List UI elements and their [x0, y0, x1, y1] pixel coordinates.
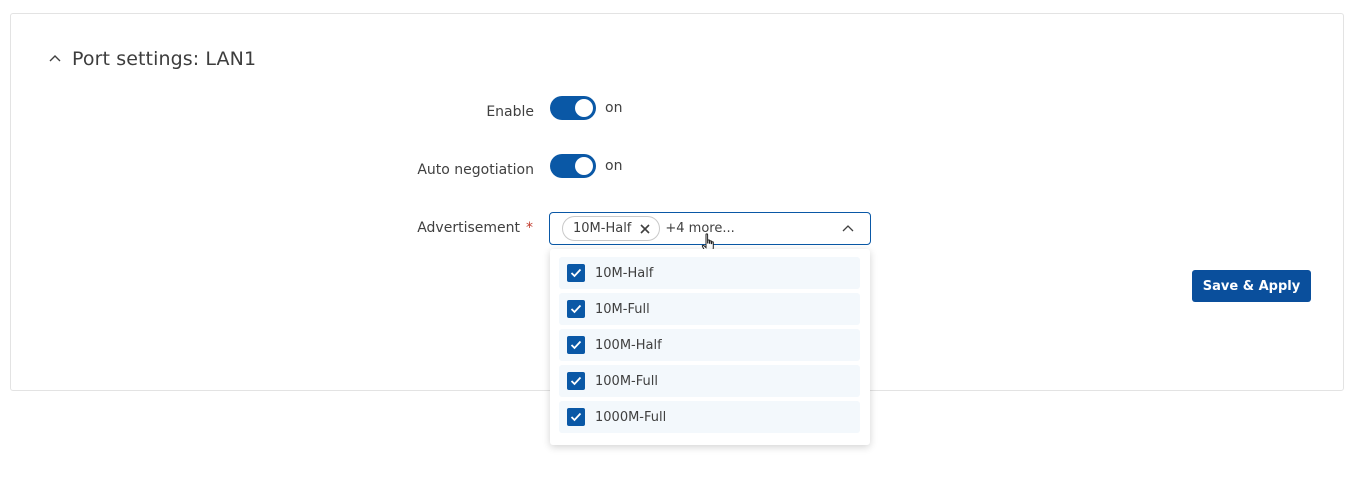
advertisement-label: Advertisement * [417, 220, 533, 236]
required-mark: * [526, 220, 533, 236]
close-icon[interactable] [639, 223, 651, 235]
checkbox-checked-icon[interactable] [567, 372, 585, 390]
option-label: 10M-Half [595, 265, 654, 281]
checkbox-checked-icon[interactable] [567, 264, 585, 282]
option-label: 1000M-Full [595, 409, 667, 425]
checkbox-checked-icon[interactable] [567, 336, 585, 354]
enable-label: Enable [486, 104, 534, 120]
enable-state-text: on [605, 100, 623, 116]
dropdown-option[interactable]: 100M-Full [559, 365, 860, 397]
advertisement-dropdown: 10M-Half 10M-Full 100M-Half 100M-Full 1000M-… [550, 249, 870, 445]
chevron-up-icon[interactable] [842, 224, 854, 234]
section-title: Port settings: LAN1 [72, 48, 257, 70]
option-label: 100M-Half [595, 337, 662, 353]
advertisement-label-text: Advertisement [417, 220, 520, 236]
save-apply-button[interactable]: Save & Apply [1192, 270, 1311, 302]
auto-negotiation-toggle[interactable] [550, 154, 596, 178]
auto-negotiation-state-text: on [605, 158, 623, 174]
auto-negotiation-label: Auto negotiation [417, 162, 534, 178]
option-label: 100M-Full [595, 373, 658, 389]
checkbox-checked-icon[interactable] [567, 300, 585, 318]
checkbox-checked-icon[interactable] [567, 408, 585, 426]
chip-label: 10M-Half [573, 221, 632, 236]
enable-toggle[interactable] [550, 96, 596, 120]
chevron-up-icon[interactable] [48, 52, 62, 66]
toggle-knob [575, 99, 593, 117]
section-header[interactable]: Port settings: LAN1 [48, 48, 256, 70]
dropdown-option[interactable]: 1000M-Full [559, 401, 860, 433]
selected-chip: 10M-Half [562, 216, 661, 241]
option-label: 10M-Full [595, 301, 650, 317]
dropdown-option[interactable]: 10M-Half [559, 257, 860, 289]
dropdown-option[interactable]: 10M-Full [559, 293, 860, 325]
toggle-knob [575, 157, 593, 175]
dropdown-option[interactable]: 100M-Half [559, 329, 860, 361]
